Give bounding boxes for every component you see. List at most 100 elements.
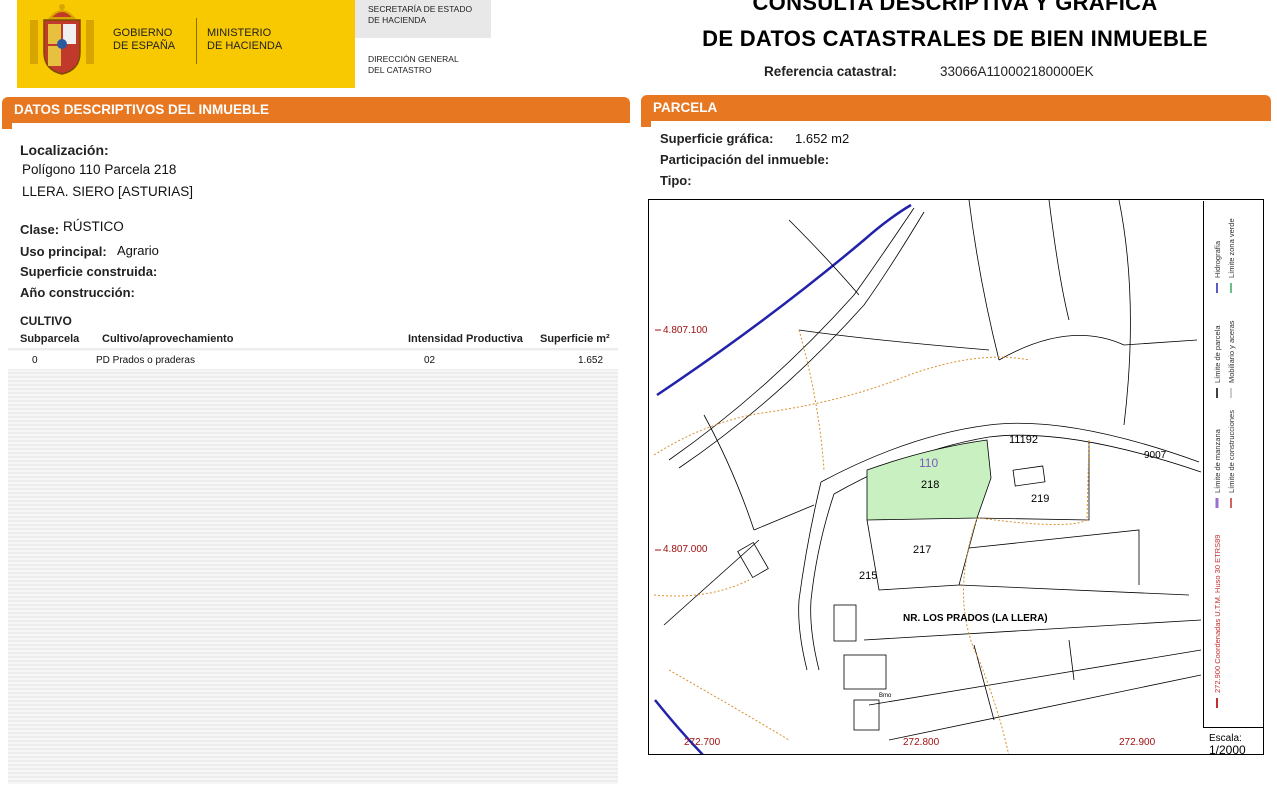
directorate-name-line2: DEL CATASTRO	[368, 65, 432, 75]
cadastral-reference-label: Referencia catastral:	[764, 64, 897, 79]
column-cultivo: Cultivo/aprovechamiento	[102, 333, 234, 345]
road-edge	[678, 211, 925, 469]
legend-construcciones-text: Límite de construcciones	[1227, 410, 1236, 493]
place-name-label: NR. LOS PRADOS (LA LLERA)	[903, 613, 1048, 624]
participation-label: Participación del inmueble:	[660, 152, 830, 167]
parcel-215-label: 215	[859, 570, 877, 582]
ministry-name-line2: DE HACIENDA	[207, 40, 283, 52]
parcel-boundary	[868, 649, 1202, 706]
scale-divider	[1203, 727, 1263, 728]
block-limit	[978, 439, 1090, 526]
section-corner	[2, 123, 12, 129]
small-map-label: Bmo	[879, 693, 892, 699]
coord-y2: 4.807.000	[663, 544, 708, 555]
building-outline	[853, 699, 880, 731]
built-area-label: Superficie construida:	[20, 264, 158, 279]
government-name-line1: GOBIERNO	[113, 27, 173, 39]
building-outline	[1012, 465, 1046, 487]
parcel-boundary	[1118, 200, 1131, 426]
cultivation-table-header: Subparcela Cultivo/aprovechamiento Inten…	[8, 330, 618, 348]
parcel-title: PARCELA	[653, 100, 718, 115]
main-use-label: Uso principal:	[20, 244, 107, 259]
main-use-value: Agrario	[117, 243, 159, 258]
parcel-boundary	[703, 414, 755, 531]
ministry-name: MINISTERIO DE HACIENDA	[207, 27, 282, 53]
cultivation-table-body	[8, 348, 618, 784]
secretary-name-line2: DE HACIENDA	[368, 15, 427, 25]
block-limit	[668, 669, 790, 741]
cell-superficie: 1.652	[578, 355, 604, 366]
polygon-label: 110	[919, 456, 938, 470]
parcel-219-label: 219	[1031, 493, 1049, 505]
graphic-area-label: Superficie gráfica:	[660, 131, 774, 146]
cultivation-title: CULTIVO	[20, 314, 72, 328]
legend-divider	[1203, 201, 1204, 727]
parcel-boundary	[968, 200, 1000, 361]
class-value: RÚSTICO	[63, 219, 124, 234]
parcel-boundary	[998, 335, 1198, 361]
legend-zona-verde-text: Límite zona verde	[1227, 218, 1236, 278]
map-drawing: 4.807.100 4.807.000 272.700 272.800 272.…	[653, 200, 1202, 754]
page-title-line1: CONSULTA DESCRIPTIVA Y GRÁFICA	[752, 0, 1158, 15]
parcel-boundary	[798, 329, 990, 351]
ministry-name-line1: MINISTERIO	[207, 27, 272, 39]
legend-parcela-text: Límite de parcela	[1213, 325, 1222, 383]
column-subparcela: Subparcela	[20, 333, 80, 345]
parcel-boundary	[788, 219, 860, 296]
building-outline	[737, 541, 769, 579]
parcel-boundary	[968, 529, 1140, 585]
cadastral-reference-value: 33066A110002180000EK	[940, 64, 1094, 79]
parcel-boundary	[1048, 200, 1070, 321]
block-limit	[653, 579, 750, 597]
legend-manzana-text: Límite de manzana	[1213, 428, 1222, 493]
cell-cultivo: PD Prados o praderas	[96, 355, 195, 366]
location-label: Localización:	[20, 142, 109, 158]
parcel-11192-label: 11192	[1009, 434, 1038, 446]
section-corner	[641, 121, 651, 127]
coord-y1: 4.807.100	[663, 325, 708, 336]
coat-of-arms-icon	[30, 4, 94, 75]
parcel-boundary	[753, 504, 815, 531]
parcel-boundary	[888, 674, 1202, 741]
construction-year-label: Año construcción:	[20, 285, 135, 300]
secretary-name-line1: SECRETARÍA DE ESTADO	[368, 4, 473, 14]
directorate-name-line1: DIRECCIÓN GENERAL	[368, 54, 459, 64]
type-label: Tipo:	[660, 173, 692, 188]
road-edge	[810, 493, 835, 671]
coord-x1: 272.700	[684, 737, 721, 748]
location-line2: LLERA. SIERO [ASTURIAS]	[22, 184, 194, 199]
location-line1: Polígono 110 Parcela 218	[22, 162, 177, 177]
coord-x3: 272.900	[1119, 737, 1156, 748]
road-9007-label: 9007	[1144, 450, 1167, 461]
page-title-line2: DE DATOS CATASTRALES DE BIEN INMUEBLE	[702, 26, 1208, 51]
government-name-line2: DE ESPAÑA	[113, 40, 176, 52]
secretary-name: SECRETARÍA DE ESTADO DE HACIENDA	[368, 4, 472, 26]
column-superficie: Superficie m²	[540, 333, 610, 345]
cadastral-map: 4.807.100 4.807.000 272.700 272.800 272.…	[648, 199, 1264, 755]
descriptive-data-header: DATOS DESCRIPTIVOS DEL INMUEBLE	[2, 97, 630, 123]
directorate-name: DIRECCIÓN GENERAL DEL CATASTRO	[368, 54, 459, 76]
parcel-header: PARCELA	[641, 95, 1271, 121]
parcel-boundary	[958, 584, 1190, 596]
graphic-area-value: 1.652 m2	[795, 131, 850, 146]
descriptive-data-title: DATOS DESCRIPTIVOS DEL INMUEBLE	[14, 102, 270, 117]
logo-divider	[196, 18, 197, 64]
scale-value: 1/2000	[1209, 743, 1246, 757]
building-outline	[833, 604, 857, 642]
parcel-boundary	[1068, 639, 1075, 681]
class-label: Clase:	[20, 222, 60, 237]
legend-hidrografia-text: Hidrografía	[1213, 240, 1222, 278]
parcel-218-label: 218	[921, 479, 939, 491]
building-outline	[843, 654, 887, 690]
parcel-217-label: 217	[913, 544, 931, 556]
government-name: GOBIERNO DE ESPAÑA	[113, 27, 175, 53]
coord-x2: 272.800	[903, 737, 940, 748]
legend-coords-text: 272.900 Coordenadas U.T.M. Huso 30 ETRS8…	[1213, 535, 1222, 693]
cell-intensidad: 02	[424, 355, 436, 366]
column-intensidad: Intensidad Productiva	[408, 333, 523, 345]
legend-mobiliario-text: Mobiliario y aceras	[1227, 320, 1236, 383]
map-legend: 272.900 Coordenadas U.T.M. Huso 30 ETRS8…	[1213, 218, 1236, 708]
parcel-boundary	[976, 440, 1090, 521]
table-row: 0 PD Prados o praderas 02 1.652	[8, 351, 618, 369]
cell-subparcela: 0	[32, 355, 38, 366]
